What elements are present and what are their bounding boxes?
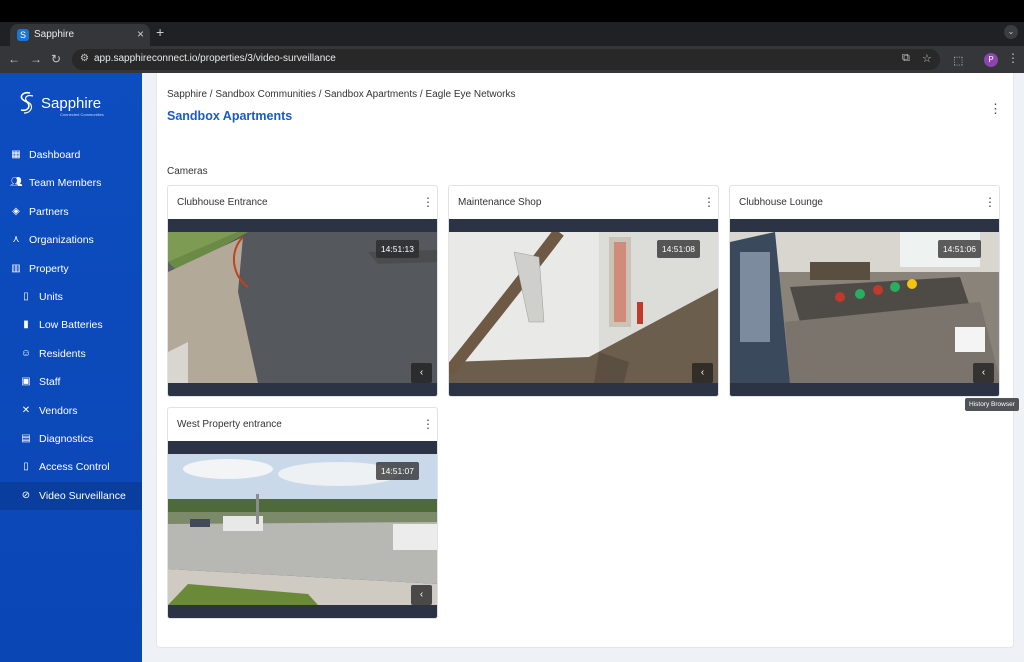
residents-icon: ☺ [20, 347, 32, 359]
camera-menu-icon[interactable]: ⋮ [984, 195, 996, 209]
os-top-bar [0, 0, 1024, 22]
camera-menu-icon[interactable]: ⋮ [422, 195, 434, 209]
reload-icon[interactable]: ↻ [51, 52, 61, 66]
camera-title: Clubhouse Lounge [739, 197, 823, 208]
main-content: Sapphire / Sandbox Communities / Sandbox… [142, 73, 1024, 662]
browser-tab[interactable]: S Sapphire × [10, 24, 150, 46]
team-icon: 👥︎ [10, 177, 23, 189]
content-panel: Sapphire / Sandbox Communities / Sandbox… [156, 73, 1019, 648]
new-tab-icon[interactable]: + [156, 24, 164, 40]
browser-tab-strip: S Sapphire × [0, 22, 1024, 46]
battery-icon: ▮ [23, 319, 29, 331]
sidebar-item-access-control[interactable]: ▯ Access Control [0, 453, 142, 481]
sidebar-item-low-batteries[interactable]: ▮ Low Batteries [0, 311, 142, 339]
forward-icon[interactable]: → [30, 52, 42, 66]
camera-menu-icon[interactable]: ⋮ [422, 417, 434, 431]
camera-title: West Property entrance [177, 419, 282, 430]
url-text: app.sapphireconnect.io/properties/3/vide… [94, 53, 336, 64]
page-title: Sandbox Apartments [167, 109, 293, 123]
camera-feed[interactable]: 14:51:06 ‹ [730, 219, 999, 396]
camera-title: Clubhouse Entrance [177, 197, 268, 208]
sidebar-item-label: Organizations [29, 234, 94, 247]
sidebar-nav: ▦ Dashboard 👥︎ Team Members ◈ Partners ⋏… [0, 141, 142, 511]
dashboard-icon: ▦ [11, 149, 21, 160]
sidebar-item-label: Residents [39, 347, 86, 360]
sidebar-item-label: Dashboard [29, 149, 81, 161]
sapphire-logo-icon [20, 91, 34, 114]
sidebar-item-label: Partners [29, 205, 69, 218]
camera-feed[interactable]: 14:51:13 ‹ [168, 219, 437, 396]
profile-avatar[interactable]: P [984, 53, 998, 67]
sidebar-item-label: Access Control [39, 461, 110, 474]
sidebar-item-vendors[interactable]: ✕ Vendors [0, 397, 142, 425]
sidebar-item-staff[interactable]: ▣ Staff [0, 368, 142, 396]
camera-timestamp: 14:51:07 [375, 462, 419, 480]
sidebar-item-organizations[interactable]: ⋏ Organizations [0, 226, 142, 254]
access-door-icon: ▯ [23, 461, 29, 473]
address-bar[interactable]: ⚙ app.sapphireconnect.io/properties/3/vi… [72, 49, 940, 70]
cctv-icon: ⊘ [21, 489, 31, 501]
sidebar-item-label: Units [39, 290, 63, 303]
browser-menu-icon[interactable]: ⋮ [1007, 51, 1019, 65]
camera-timestamp: 14:51:13 [375, 240, 419, 258]
brand-name: Sapphire [41, 95, 102, 112]
history-browser-chevron-icon[interactable]: ‹ [411, 585, 432, 605]
camera-timestamp: 14:51:06 [937, 240, 981, 258]
sidebar-item-diagnostics[interactable]: ▤ Diagnostics [0, 425, 142, 453]
sidebar-item-team-members[interactable]: 👥︎ Team Members [0, 169, 142, 197]
sidebar-item-video-surveillance[interactable]: ⊘ Video Surveillance [0, 481, 142, 511]
sidebar-item-label: Low Batteries [39, 319, 103, 332]
site-info-icon[interactable]: ⚙ [80, 53, 89, 64]
tools-icon: ✕ [21, 404, 31, 416]
badge-icon: ▣ [21, 376, 31, 388]
door-icon: ▯ [23, 290, 29, 302]
sidebar-item-label: Vendors [39, 404, 78, 417]
sidebar-item-label: Property [29, 262, 69, 275]
bookmark-star-icon[interactable]: ☆ [922, 52, 932, 65]
sidebar-item-residents[interactable]: ☺ Residents [0, 340, 142, 368]
sidebar-item-label: Staff [39, 376, 61, 389]
history-browser-chevron-icon[interactable]: ‹ [692, 363, 713, 383]
sidebar-item-units[interactable]: ▯ Units [0, 283, 142, 311]
browser-toolbar: ← → ↻ ⚙ app.sapphireconnect.io/propertie… [0, 46, 1024, 73]
camera-timestamp: 14:51:08 [656, 240, 700, 258]
camera-feed[interactable]: 14:51:08 ‹ [449, 219, 718, 396]
sidebar-item-dashboard[interactable]: ▦ Dashboard [0, 141, 142, 169]
section-title: Cameras [167, 166, 208, 177]
extensions-icon[interactable]: ⬚ [953, 54, 963, 67]
sidebar-item-partners[interactable]: ◈ Partners [0, 198, 142, 226]
close-tab-icon[interactable]: × [137, 27, 144, 41]
breadcrumb[interactable]: Sapphire / Sandbox Communities / Sandbox… [167, 89, 516, 100]
sidebar-item-label: Diagnostics [39, 432, 94, 445]
camera-card-maintenance-shop: Maintenance Shop ⋮ 14:51:08 ‹ [448, 185, 719, 397]
handshake-icon: ◈ [12, 205, 20, 217]
camera-feed[interactable]: 14:51:07 ‹ [168, 441, 437, 618]
org-tree-icon: ⋏ [12, 234, 20, 246]
tab-search-icon[interactable]: ⌄ [1004, 25, 1018, 39]
history-browser-tooltip: History Browser [965, 398, 1019, 411]
sidebar: Sapphire Connected Communities ▦ Dashboa… [0, 73, 142, 662]
cast-icon[interactable]: ⧉ [902, 52, 910, 65]
building-icon: ▥ [11, 262, 21, 274]
camera-title: Maintenance Shop [458, 197, 542, 208]
camera-card-clubhouse-lounge: Clubhouse Lounge ⋮ 14:51:06 ‹ [729, 185, 1000, 397]
brand-tagline: Connected Communities [60, 112, 104, 117]
history-browser-chevron-icon[interactable]: ‹ [973, 363, 994, 383]
back-icon[interactable]: ← [8, 52, 20, 66]
diagnostics-icon: ▤ [21, 432, 31, 444]
history-browser-chevron-icon[interactable]: ‹ [411, 363, 432, 383]
sapphire-favicon-icon: S [17, 29, 29, 41]
tab-title: Sapphire [34, 29, 75, 40]
sidebar-item-property[interactable]: ▥ Property [0, 255, 142, 283]
camera-card-clubhouse-entrance: Clubhouse Entrance ⋮ 14:51:13 ‹ [167, 185, 438, 397]
camera-menu-icon[interactable]: ⋮ [703, 195, 715, 209]
sidebar-item-label: Team Members [29, 177, 102, 190]
sidebar-item-label: Video Surveillance [39, 489, 126, 502]
camera-card-west-property-entrance: West Property entrance ⋮ 14:51:07 ‹ [167, 407, 438, 619]
page-menu-icon[interactable]: ⋮ [989, 101, 1002, 117]
